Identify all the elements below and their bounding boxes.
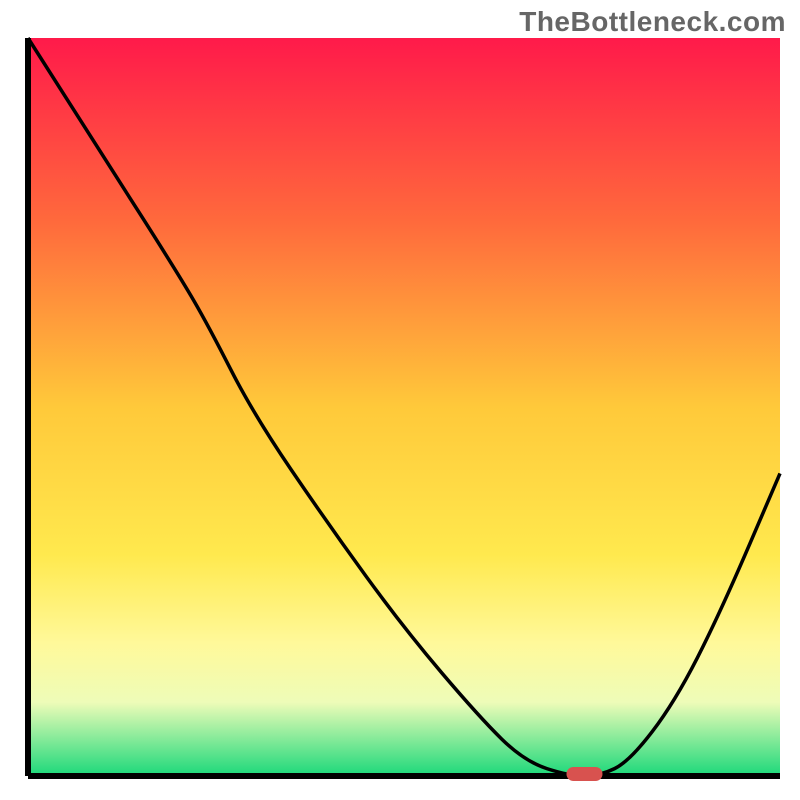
bottleneck-chart [0,0,800,800]
chart-background [28,38,780,776]
optimal-marker [566,767,602,781]
